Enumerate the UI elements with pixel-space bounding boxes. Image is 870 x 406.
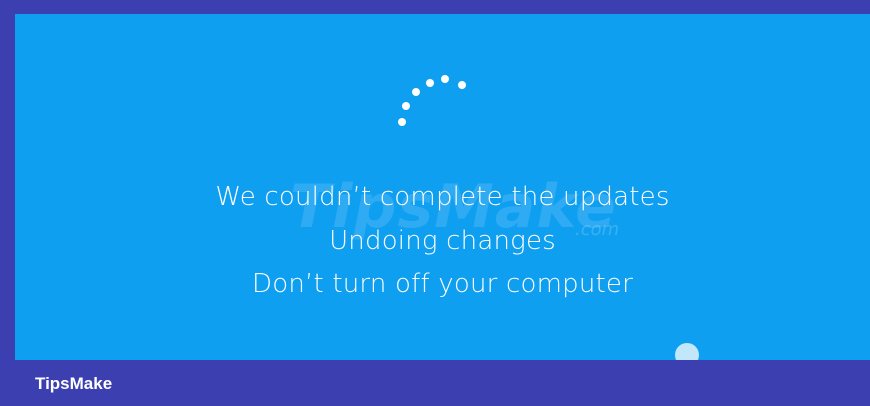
spinner-dot: [402, 102, 410, 110]
corner-watermark-icon: [675, 343, 699, 360]
update-screen: TipsMake .com We couldn’t complete the u…: [15, 14, 870, 360]
spinner-dot: [426, 79, 434, 87]
loading-spinner-icon: [393, 72, 473, 132]
spinner-dot: [412, 88, 420, 96]
update-message-status: Undoing changes: [329, 226, 556, 256]
footer-brand: TipsMake: [35, 374, 113, 393]
update-message-title: We couldn’t complete the updates: [215, 182, 670, 212]
update-message-warning: Don’t turn off your computer: [252, 269, 633, 299]
footer-bar: [0, 360, 870, 406]
spinner-dot: [441, 75, 449, 83]
corner-watermark: [675, 342, 865, 360]
spinner-dot: [398, 118, 406, 126]
spinner-dot: [458, 81, 466, 89]
